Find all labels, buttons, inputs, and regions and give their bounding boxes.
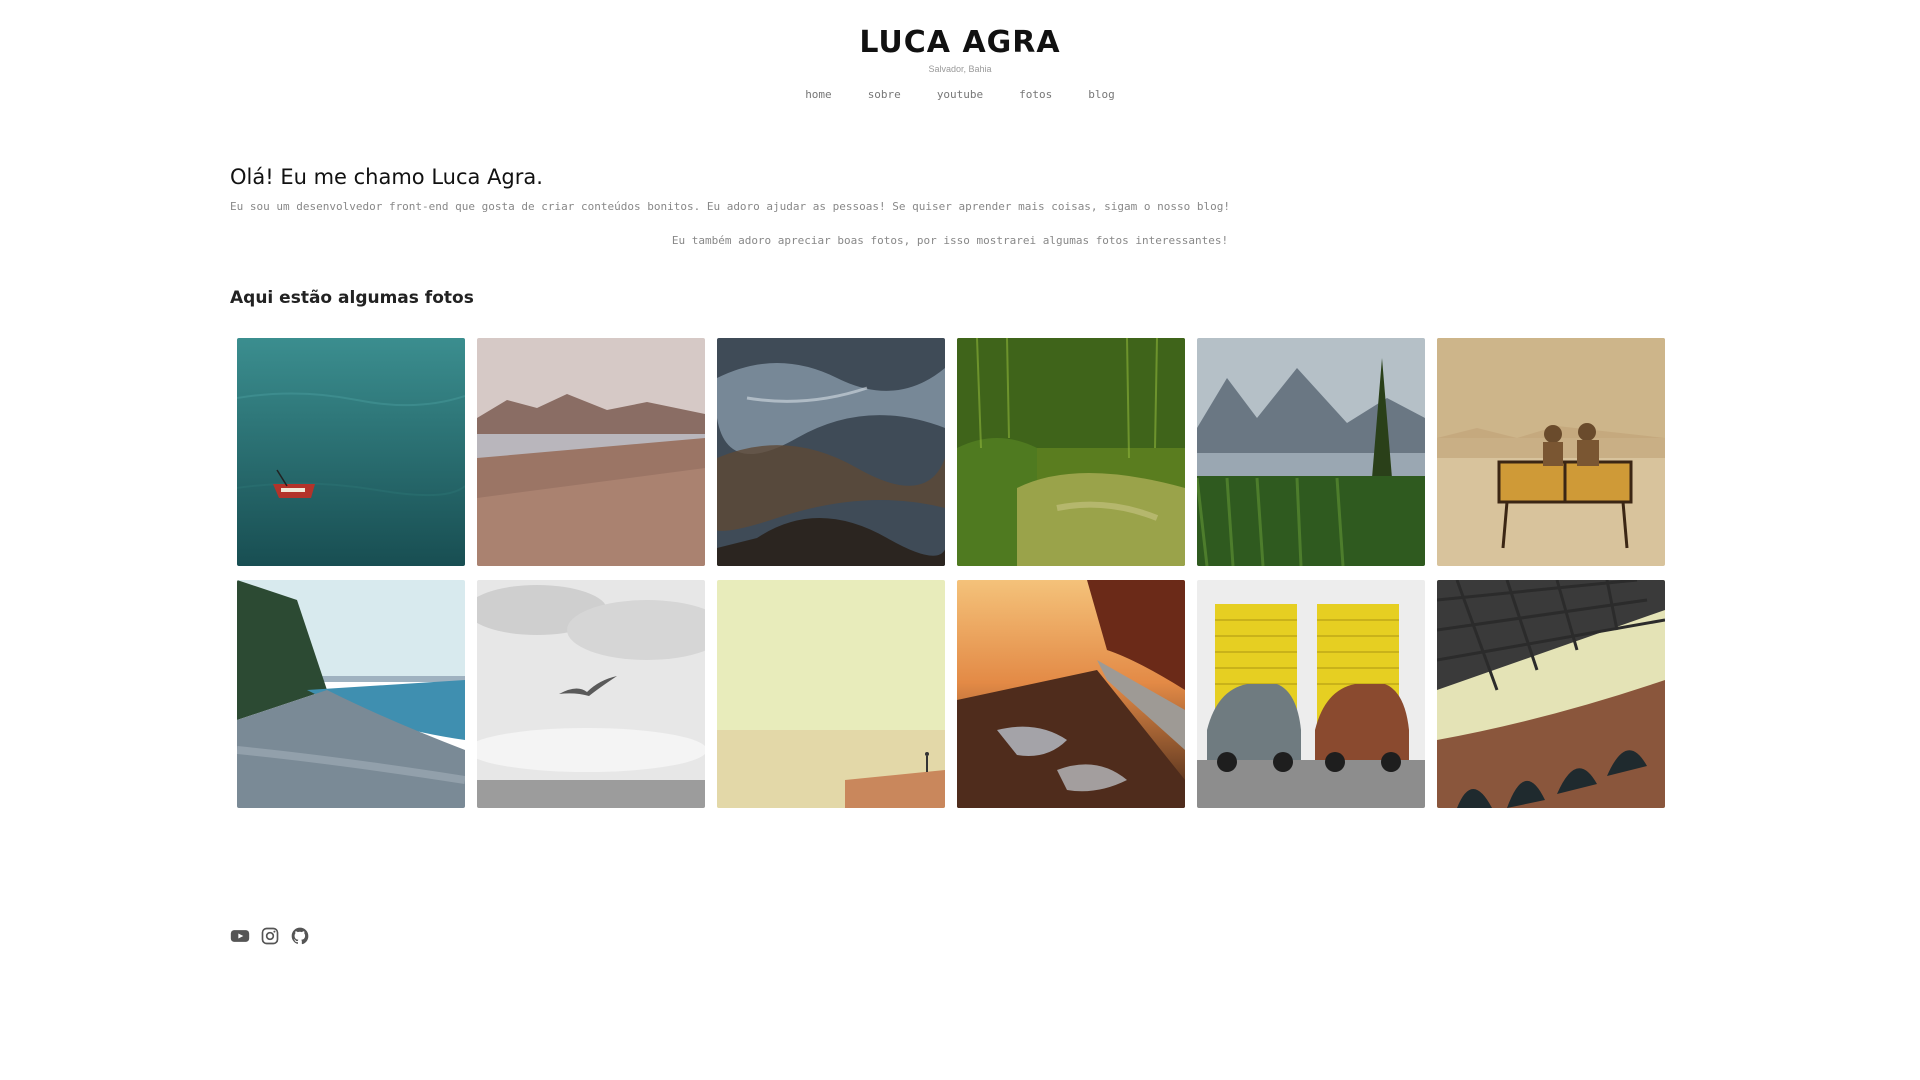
photo-couple-on-bench[interactable] [1437, 338, 1665, 566]
main-nav: home sobre youtube fotos blog [0, 87, 1920, 103]
photo-boat-on-teal-water[interactable] [237, 338, 465, 566]
site-title: LUCA AGRA [859, 25, 1061, 60]
photo-pebble-beach-sea[interactable] [237, 580, 465, 808]
intro-section: Olá! Eu me chamo Luca Agra. Eu sou um de… [230, 163, 1670, 249]
photo-sunset-muddy-road[interactable] [957, 580, 1185, 808]
photo-abstract-water-reflection[interactable] [717, 338, 945, 566]
photo-dry-grass-lake[interactable] [477, 338, 705, 566]
page: LUCA AGRA Salvador, Bahia home sobre you… [0, 0, 1920, 1080]
site-header: LUCA AGRA Salvador, Bahia home sobre you… [0, 24, 1920, 103]
photo-pale-yellow-horizon[interactable] [717, 580, 945, 808]
intro-paragraph: Eu sou um desenvolvedor front-end que go… [230, 200, 1231, 213]
youtube-link[interactable] [230, 926, 250, 946]
intro-heading: Olá! Eu me chamo Luca Agra. [230, 165, 543, 189]
photo-vintage-cars-yellow-doors[interactable] [1197, 580, 1425, 808]
gallery-heading: Aqui estão algumas fotos [230, 288, 474, 308]
github-icon [291, 927, 309, 945]
github-link[interactable] [290, 926, 310, 946]
nav-fotos[interactable]: fotos [1001, 87, 1070, 103]
photo-bird-over-sea-bw[interactable] [477, 580, 705, 808]
youtube-icon [230, 930, 250, 942]
intro-paragraph-photos: Eu também adoro apreciar boas fotos, por… [671, 234, 1229, 247]
nav-sobre[interactable]: sobre [850, 87, 919, 103]
photo-gallery [237, 338, 1665, 808]
nav-youtube[interactable]: youtube [919, 87, 1001, 103]
instagram-link[interactable] [260, 926, 280, 946]
site-subtitle: Salvador, Bahia [928, 64, 992, 74]
instagram-icon [261, 927, 279, 945]
photo-green-forest-moss[interactable] [957, 338, 1185, 566]
nav-home[interactable]: home [787, 87, 850, 103]
nav-blog[interactable]: blog [1070, 87, 1133, 103]
social-links [230, 926, 310, 946]
photo-bridge-arches[interactable] [1437, 580, 1665, 808]
photo-mountain-lake-reeds[interactable] [1197, 338, 1425, 566]
